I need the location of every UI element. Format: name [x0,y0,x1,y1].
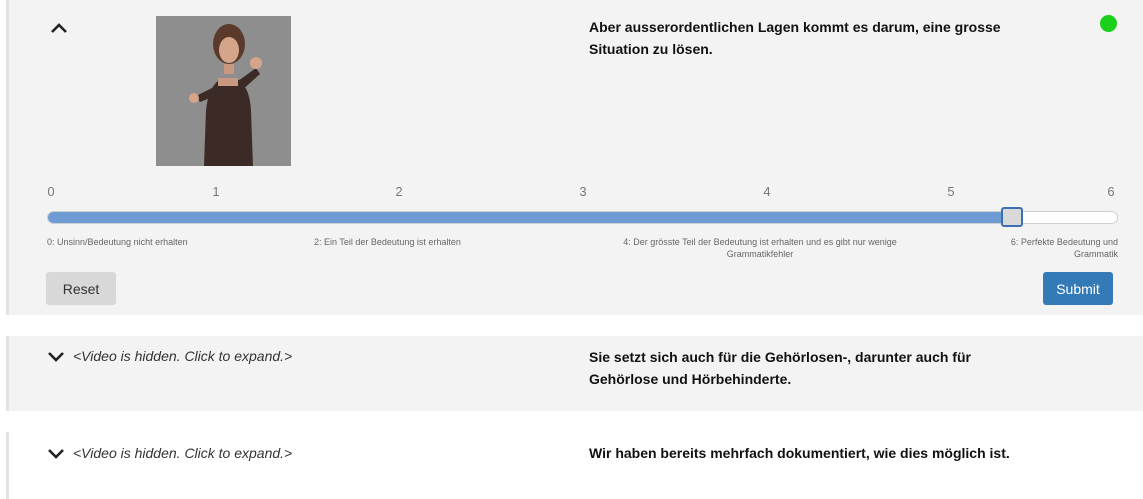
slider-tick: 3 [579,184,587,199]
video-hidden-note[interactable]: <Video is hidden. Click to expand.> [73,445,292,461]
slider-tick: 2 [395,184,403,199]
slider-handle[interactable] [1000,207,1023,227]
slider-fill [48,212,1012,223]
slider-tick: 0 [47,184,55,199]
slider-tick: 5 [947,184,955,199]
slider-tick: 6 [1107,184,1115,199]
chevron-up-icon[interactable] [49,20,69,36]
slider-tick: 4 [763,184,771,199]
slider-description: 6: Perfekte Bedeutung und Grammatik [1010,237,1118,259]
submit-button[interactable]: Submit [1043,272,1113,305]
slider-description: 0: Unsinn/Bedeutung nicht erhalten [47,237,188,247]
video-thumbnail[interactable] [156,16,291,166]
sentence-text: Wir haben bereits mehrfach dokumentiert,… [589,445,1010,461]
slider-description: 2: Ein Teil der Bedeutung ist erhalten [314,237,461,247]
reset-button[interactable]: Reset [46,272,116,305]
sentence-text: Sie setzt sich auch für die Gehörlosen-,… [589,349,971,387]
slider-tick: 1 [212,184,220,199]
item-card-1: Aber ausserordentlichen Lagen kommt es d… [6,0,1143,315]
chevron-down-icon[interactable] [46,445,66,461]
sentence-text: Aber ausserordentlichen Lagen kommt es d… [589,19,1001,57]
item-card-3: <Video is hidden. Click to expand.> Wir … [6,432,1143,499]
slider-description: 4: Der grösste Teil der Bedeutung ist er… [623,237,897,259]
status-dot [1100,15,1117,32]
chevron-down-icon[interactable] [46,348,66,364]
rating-slider[interactable] [47,207,1118,227]
video-hidden-note[interactable]: <Video is hidden. Click to expand.> [73,348,292,364]
item-card-2: <Video is hidden. Click to expand.> Sie … [6,336,1143,411]
